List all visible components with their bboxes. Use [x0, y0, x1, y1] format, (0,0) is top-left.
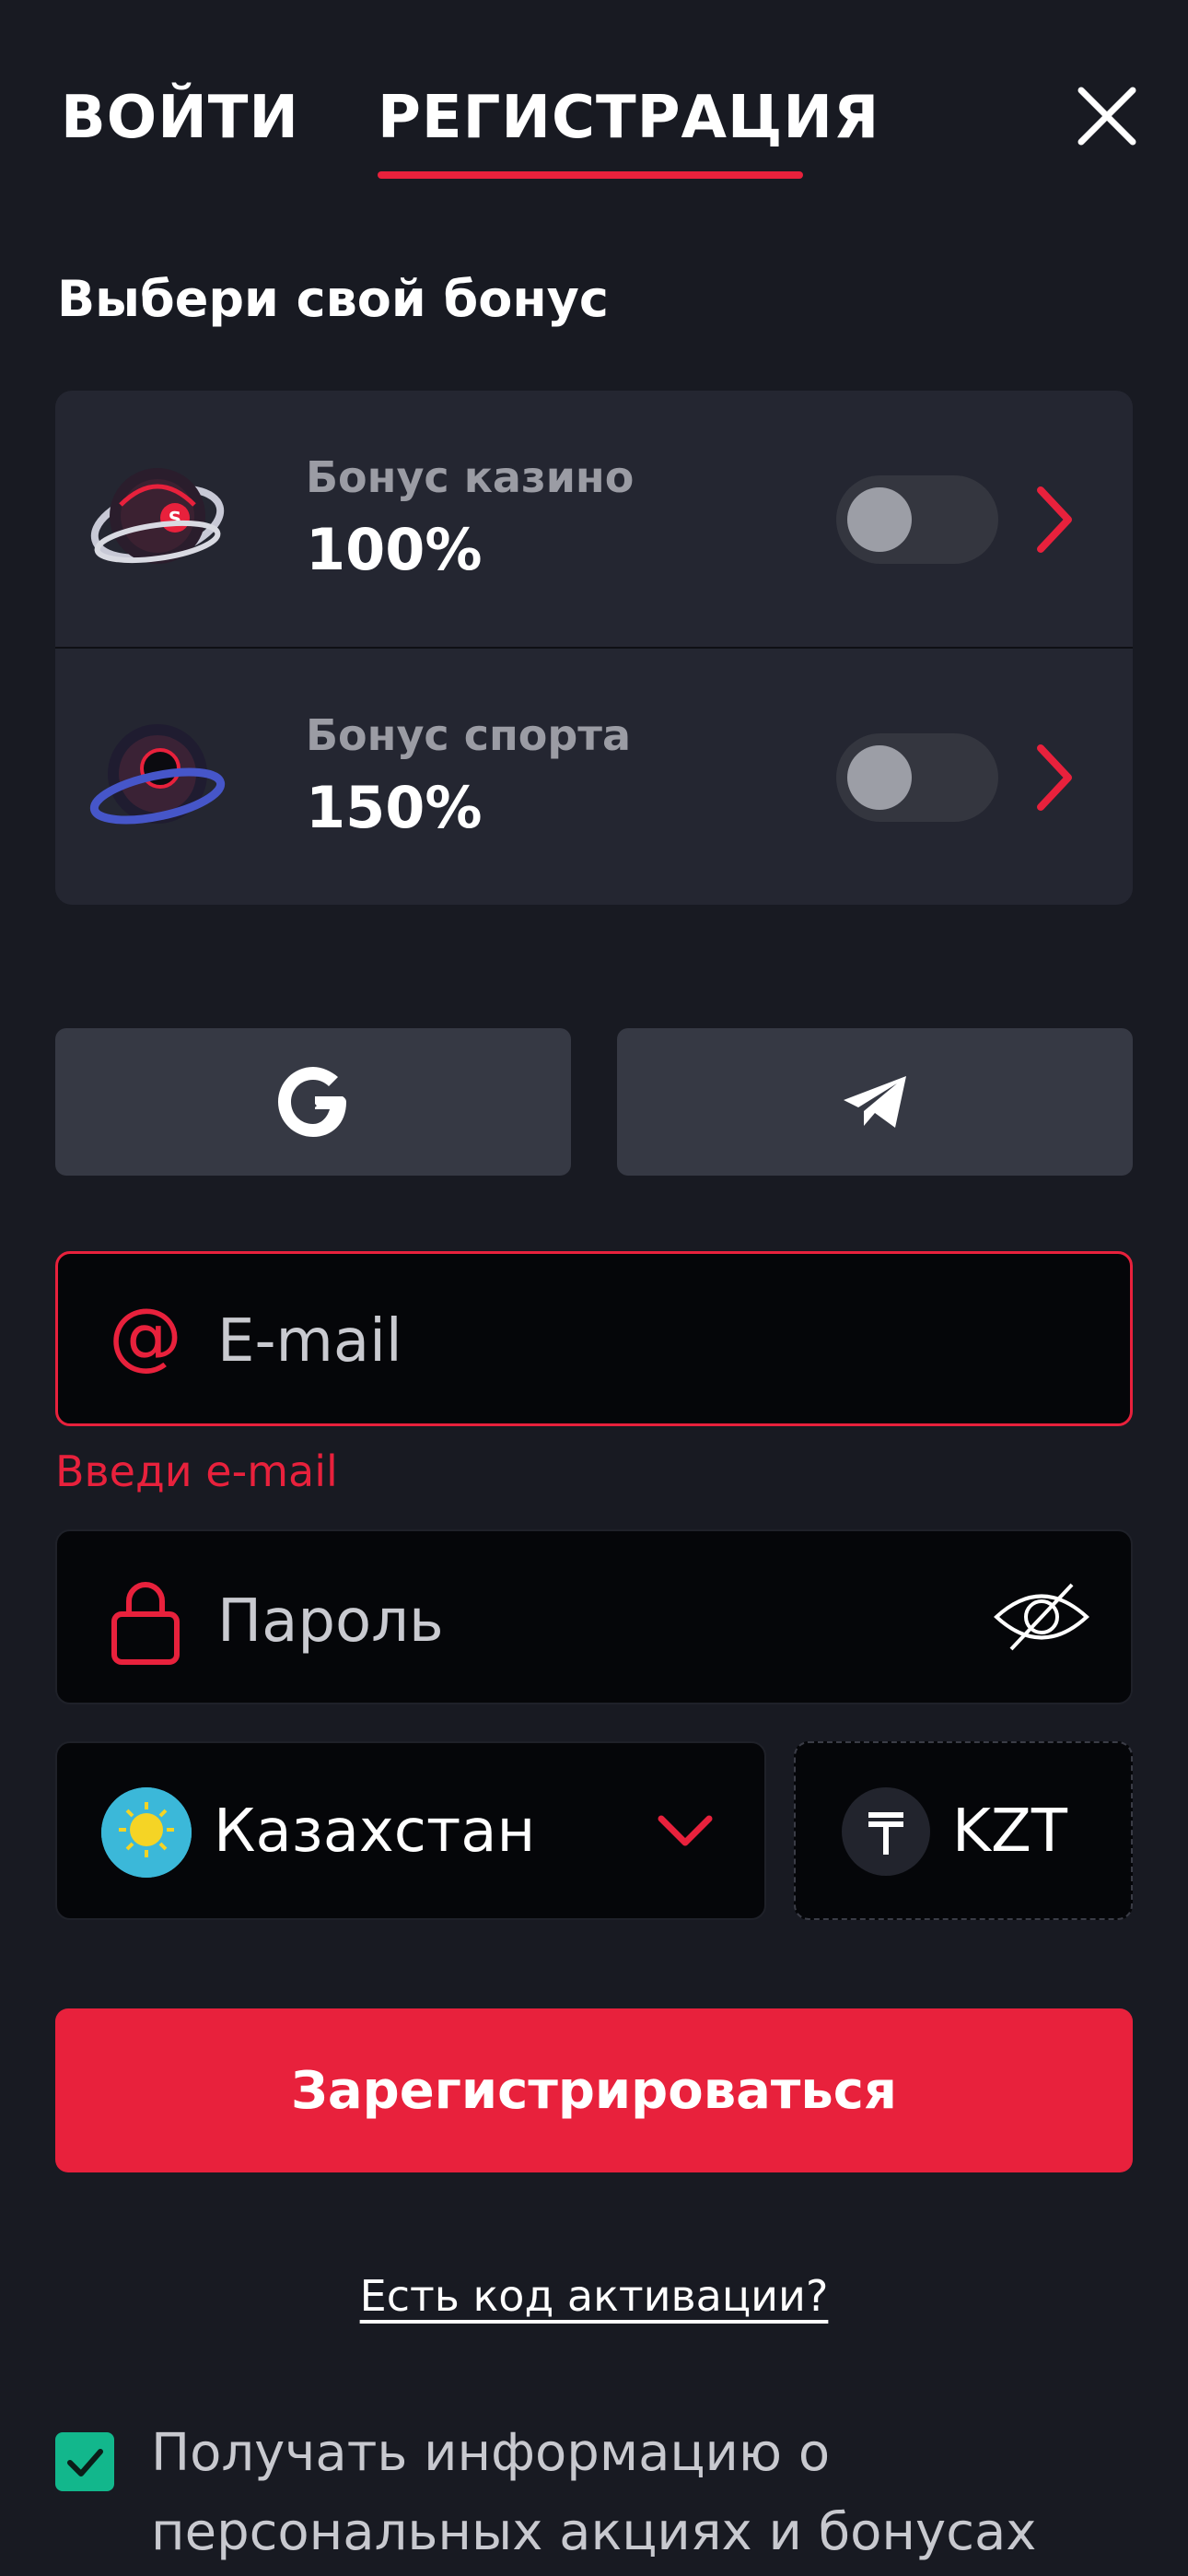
- eye-hidden-icon[interactable]: [993, 1581, 1090, 1653]
- email-error: Введи e-mail: [55, 1446, 338, 1496]
- bonus-row-sport[interactable]: Бонус спорта 150%: [55, 649, 1133, 905]
- casino-bonus-badge-icon: S: [90, 468, 225, 564]
- password-input[interactable]: Пароль: [217, 1583, 444, 1660]
- active-tab-indicator: [378, 171, 803, 179]
- bonus-card: S Бонус казино 100% Бонус спорта 150%: [55, 391, 1133, 905]
- close-button[interactable]: [1076, 85, 1138, 147]
- tenge-icon: [842, 1787, 930, 1876]
- chevron-right-icon[interactable]: [1031, 741, 1077, 814]
- consent-checkbox[interactable]: [55, 2432, 114, 2491]
- section-title: Выбери свой бонус: [57, 270, 609, 328]
- chevron-right-icon[interactable]: [1031, 483, 1077, 556]
- telegram-login-button[interactable]: [617, 1028, 1133, 1176]
- bonus-value: 150%: [306, 774, 483, 841]
- google-icon: [278, 1067, 346, 1137]
- at-icon: @: [109, 1293, 182, 1378]
- sport-bonus-toggle[interactable]: [836, 733, 998, 822]
- close-icon: [1077, 87, 1136, 146]
- country-value: Казахстан: [214, 1797, 536, 1866]
- chevron-down-icon[interactable]: [656, 1811, 715, 1852]
- consent-label: Получать информацию о персональных акция…: [151, 2423, 1037, 2562]
- tab-registration[interactable]: РЕГИСТРАЦИЯ: [378, 81, 879, 155]
- lock-icon: [111, 1582, 180, 1665]
- activation-code-link[interactable]: Есть код активации?: [0, 2266, 1188, 2325]
- check-icon: [67, 2449, 103, 2476]
- currency-value: KZT: [952, 1797, 1067, 1866]
- sport-bonus-badge-icon: [89, 724, 226, 825]
- telegram-icon: [844, 1076, 906, 1128]
- bonus-label: Бонус казино: [306, 452, 635, 502]
- kazakhstan-flag-icon: [101, 1787, 192, 1878]
- register-button[interactable]: Зарегистрироваться: [55, 2008, 1133, 2172]
- email-input[interactable]: E-mail: [217, 1303, 402, 1380]
- bonus-label: Бонус спорта: [306, 710, 631, 760]
- tab-login[interactable]: ВОЙТИ: [61, 81, 299, 155]
- bonus-row-casino[interactable]: S Бонус казино 100%: [55, 391, 1133, 647]
- toggle-knob: [847, 745, 912, 810]
- toggle-knob: [847, 487, 912, 552]
- casino-bonus-toggle[interactable]: [836, 475, 998, 564]
- google-login-button[interactable]: [55, 1028, 571, 1176]
- bonus-value: 100%: [306, 516, 483, 583]
